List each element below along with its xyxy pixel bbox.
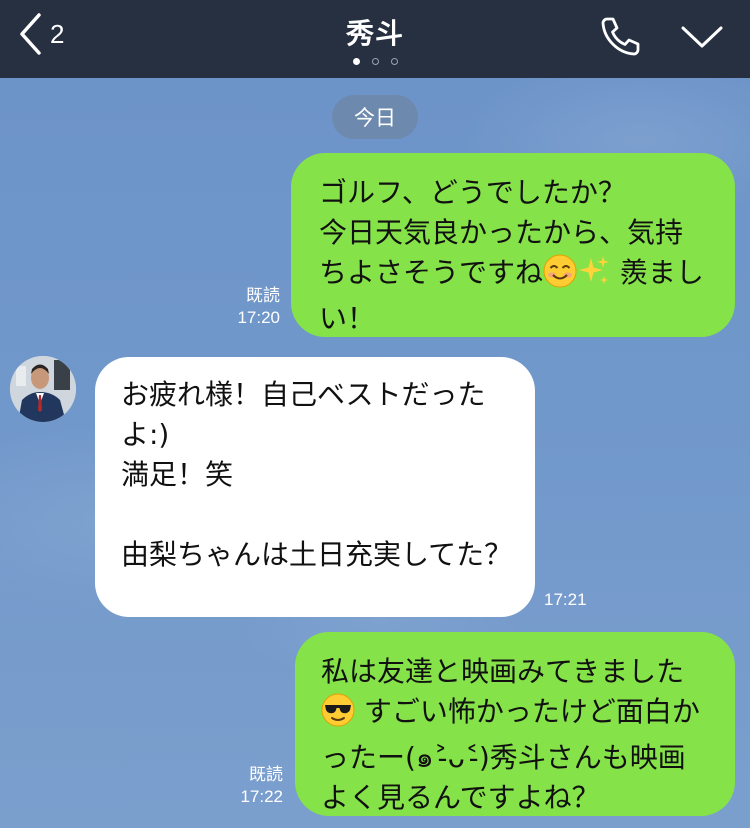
message-bubble-outgoing[interactable]: ゴルフ、どうでしたか？ 今日天気良かったから、気持ちよさそうですね 羨ましい！ [291,153,735,337]
message-time: 17:21 [544,590,587,609]
page-dot [390,58,398,65]
avatar-image [10,356,76,422]
menu-dropdown-button[interactable] [680,22,724,54]
page-indicator [0,58,750,65]
message-meta: 既読 17:22 [225,764,283,808]
read-receipt: 既読 [249,765,283,784]
chevron-down-icon [681,26,723,48]
message-text: 私は友達と映画みてきました [321,655,685,688]
page-dot-active [352,58,360,65]
page-dot [371,58,379,65]
phone-icon [601,17,640,56]
avatar[interactable] [10,356,76,422]
read-receipt: 既読 [246,286,280,305]
date-separator: 今日 [332,95,418,139]
message-time: 17:20 [237,308,280,327]
message-bubble-incoming[interactable]: お疲れ様！自己ベストだったよ:) 満足！笑 由梨ちゃんは土日充実してた？ [95,357,535,617]
message-time: 17:22 [240,787,283,806]
message-bubble-outgoing[interactable]: 私は友達と映画みてきました すごい怖かったけど面白かったー(๑˃̵ᴗ˂̵)秀斗さ… [295,632,735,816]
sparkles-emoji [577,254,611,299]
call-button[interactable] [598,14,642,58]
message-text: すごい怖かったけど面白かったー(๑˃̵ᴗ˂̵)秀斗さんも映画よく見るんですよね？ [321,695,700,814]
message-meta: 既読 17:20 [222,285,280,329]
sunglasses-face-emoji [321,693,355,738]
smiling-face-emoji [543,254,577,299]
chat-header: 2 秀斗 [0,0,750,78]
